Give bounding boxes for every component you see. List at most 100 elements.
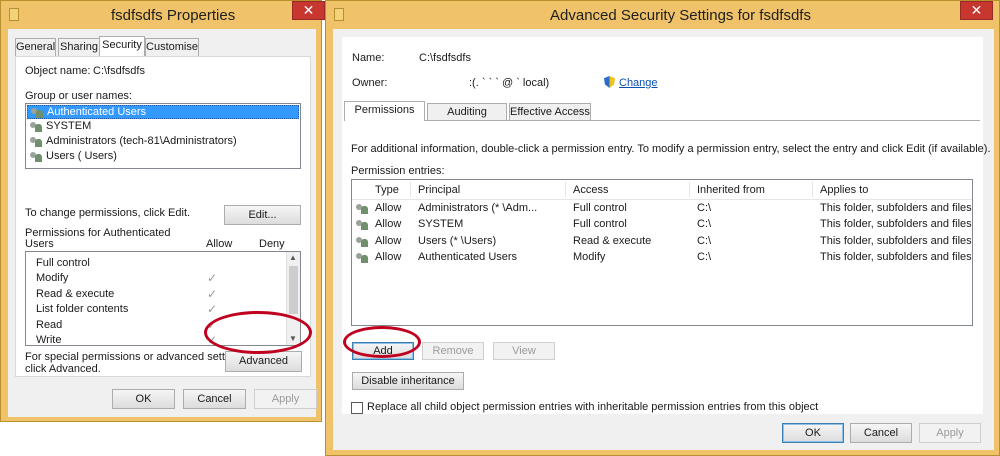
column-divider[interactable]: [689, 182, 690, 197]
allow-column-label: Allow: [206, 238, 233, 250]
user-list[interactable]: Authenticated Users SYSTEM Administrator…: [25, 103, 301, 169]
tab-auditing[interactable]: Auditing: [427, 103, 507, 121]
tab-sharing[interactable]: Sharing: [58, 38, 100, 56]
row-type: Allow: [375, 235, 402, 247]
edit-button[interactable]: Edit...: [224, 205, 301, 225]
name-value: C:\fsdfsdfs: [419, 52, 471, 64]
row-access: Full control: [573, 218, 627, 230]
permission-row: Full control: [36, 257, 90, 269]
user-group-icon: [30, 136, 42, 147]
column-header-inherited[interactable]: Inherited from: [697, 184, 765, 196]
column-header-type[interactable]: Type: [375, 184, 399, 196]
column-divider[interactable]: [812, 182, 813, 197]
row-inherited: C:\: [697, 202, 712, 214]
close-button[interactable]: ✕: [292, 1, 325, 20]
user-group-icon: [30, 121, 42, 132]
advanced-titlebar[interactable]: Advanced Security Settings for fsdfsdfs …: [326, 1, 999, 29]
permission-row: Write: [36, 334, 62, 346]
permissions-header-user: Users: [25, 238, 54, 250]
list-item[interactable]: SYSTEM: [27, 120, 299, 134]
ok-button[interactable]: OK: [112, 389, 175, 409]
advanced-security-window: Advanced Security Settings for fsdfsdfs …: [325, 0, 1000, 456]
advanced-title: Advanced Security Settings for fsdfsdfs: [550, 7, 811, 24]
tab-customise[interactable]: Customise: [145, 38, 199, 56]
user-group-icon: [356, 252, 368, 263]
special-permissions-text-2: click Advanced.: [25, 363, 101, 375]
cancel-button[interactable]: Cancel: [183, 389, 246, 409]
shield-icon: [604, 76, 615, 88]
tab-effective-access[interactable]: Effective Access: [509, 103, 591, 121]
row-principal: Administrators (* \Adm...: [418, 202, 538, 214]
change-owner-link[interactable]: Change: [619, 77, 658, 89]
list-item[interactable]: Authenticated Users: [27, 105, 299, 119]
row-applies: This folder, subfolders and files: [820, 235, 972, 247]
folder-icon: [9, 8, 19, 21]
row-applies: This folder, subfolders and files: [820, 202, 972, 214]
advanced-button[interactable]: Advanced: [225, 351, 302, 372]
owner-label: Owner:: [352, 77, 388, 89]
apply-button: Apply: [919, 423, 981, 443]
advanced-panel: Name: C:\fsdfsdfs Owner: :(. ` ` ` @ ` l…: [342, 37, 991, 414]
replace-child-label[interactable]: Replace all child object permission entr…: [367, 401, 818, 413]
close-button[interactable]: ✕: [960, 1, 993, 20]
table-row[interactable]: Allow SYSTEM Full control C:\ This folde…: [352, 217, 972, 233]
list-item[interactable]: Users ( Users): [27, 150, 299, 164]
table-row[interactable]: Allow Users (* \Users) Read & execute C:…: [352, 234, 972, 250]
permission-entries-table[interactable]: Type Principal Access Inherited from App…: [351, 179, 973, 326]
scroll-thumb[interactable]: [289, 266, 298, 314]
object-name-label: Object name:: [25, 65, 91, 77]
cancel-button[interactable]: Cancel: [850, 423, 912, 443]
row-principal: Users (* \Users): [418, 235, 497, 247]
column-header-principal[interactable]: Principal: [418, 184, 460, 196]
info-text: For additional information, double-click…: [351, 143, 991, 155]
column-header-applies[interactable]: Applies to: [820, 184, 868, 196]
row-applies: This folder, subfolders and files: [820, 251, 972, 263]
row-type: Allow: [375, 202, 402, 214]
properties-titlebar[interactable]: fsdfsdfs Properties ✕: [1, 1, 325, 29]
user-group-icon: [356, 236, 368, 247]
row-type: Allow: [375, 251, 402, 263]
table-row[interactable]: Allow Authenticated Users Modify C:\ Thi…: [352, 250, 972, 266]
properties-client: General Sharing Security Customise Objec…: [8, 29, 317, 417]
row-inherited: C:\: [697, 235, 712, 247]
list-item-label: Administrators (tech-81\Administrators): [46, 135, 237, 147]
advanced-client: Name: C:\fsdfsdfs Owner: :(. ` ` ` @ ` l…: [333, 29, 994, 450]
permission-entries-label: Permission entries:: [351, 165, 445, 177]
special-permissions-text: For special permissions or advanced sett…: [25, 351, 249, 363]
group-label: Group or user names:: [25, 90, 132, 102]
permission-row: Read & execute: [36, 288, 115, 300]
list-item-label: SYSTEM: [46, 120, 92, 132]
list-item-label: Authenticated Users: [47, 106, 147, 118]
row-principal: Authenticated Users: [418, 251, 518, 263]
column-divider[interactable]: [565, 182, 566, 197]
properties-window: fsdfsdfs Properties ✕ General Sharing Se…: [0, 0, 325, 422]
list-item[interactable]: Administrators (tech-81\Administrators): [27, 135, 299, 149]
tab-permissions[interactable]: Permissions: [344, 101, 425, 121]
owner-value: :(. ` ` ` @ ` local): [469, 77, 550, 89]
column-header-access[interactable]: Access: [573, 184, 608, 196]
permissions-tab-panel: For additional information, double-click…: [344, 120, 991, 414]
disable-inheritance-button[interactable]: Disable inheritance: [352, 372, 464, 390]
list-item-label: Users ( Users): [46, 150, 117, 162]
row-inherited: C:\: [697, 251, 712, 263]
remove-button: Remove: [422, 342, 484, 360]
row-applies: This folder, subfolders and files: [820, 218, 972, 230]
tab-security[interactable]: Security: [99, 36, 145, 56]
table-header: Type Principal Access Inherited from App…: [352, 180, 972, 200]
check-icon: ✓: [207, 302, 218, 316]
permission-row: Modify: [36, 272, 69, 284]
table-row[interactable]: Allow Administrators (* \Adm... Full con…: [352, 201, 972, 217]
column-divider[interactable]: [410, 182, 411, 197]
user-group-icon: [356, 203, 368, 214]
replace-child-checkbox[interactable]: [351, 402, 363, 414]
highlight-circle-add: [343, 326, 421, 358]
tab-general[interactable]: General: [15, 38, 56, 56]
ok-button[interactable]: OK: [782, 423, 844, 443]
scroll-up-icon[interactable]: ▲: [287, 253, 299, 262]
deny-column-label: Deny: [259, 238, 285, 250]
check-icon: ✓: [207, 287, 218, 301]
user-group-icon: [31, 107, 43, 118]
change-permissions-text: To change permissions, click Edit.: [25, 207, 191, 219]
view-button: View: [493, 342, 555, 360]
row-principal: SYSTEM: [418, 218, 464, 230]
